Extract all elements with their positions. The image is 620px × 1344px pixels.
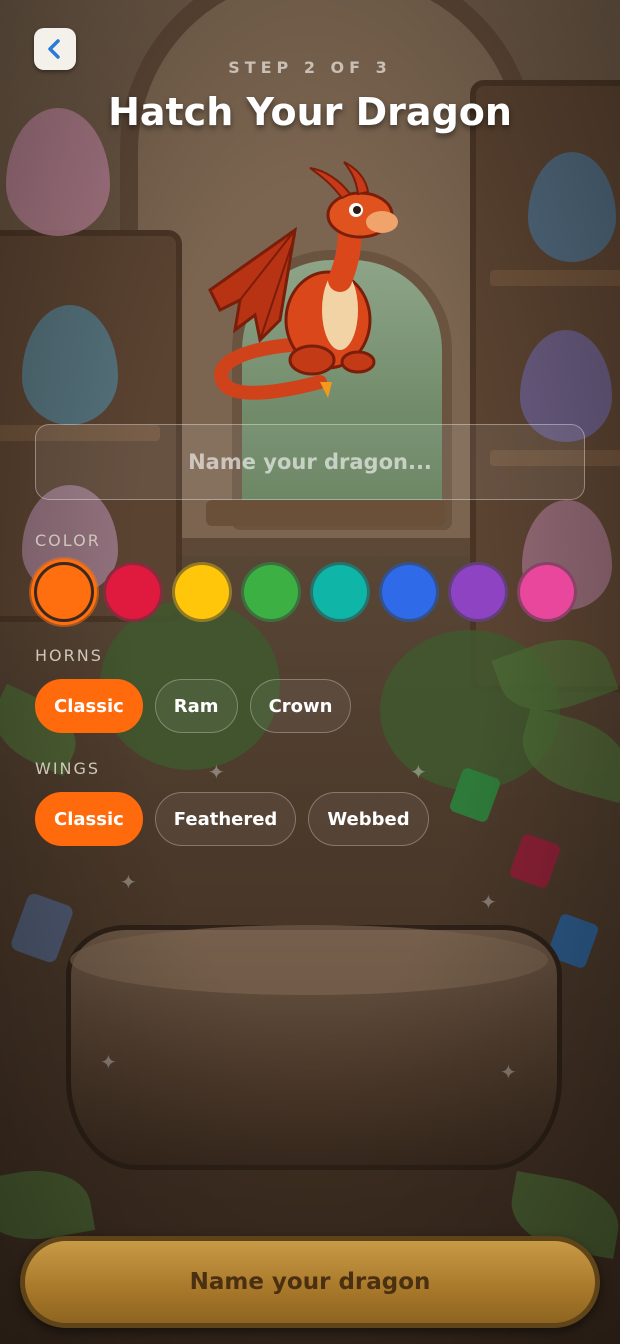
wings-option-webbed[interactable]: Webbed [308, 792, 429, 846]
horns-option-classic[interactable]: Classic [35, 679, 143, 733]
dragon-name-input[interactable] [35, 424, 585, 500]
dragon-illustration [208, 161, 398, 400]
color-section-label: COLOR [35, 531, 101, 550]
wings-options: Classic Feathered Webbed [35, 792, 429, 846]
wings-option-classic[interactable]: Classic [35, 792, 143, 846]
wings-section-label: WINGS [35, 759, 101, 778]
horns-option-crown[interactable]: Crown [249, 679, 352, 733]
color-swatch-green[interactable] [241, 562, 301, 622]
color-swatch-yellow[interactable] [172, 562, 232, 622]
horns-section-label: HORNS [35, 646, 103, 665]
page-title: Hatch Your Dragon [108, 90, 512, 134]
horns-options: Classic Ram Crown [35, 679, 352, 733]
color-swatch-pink[interactable] [517, 562, 577, 622]
color-swatch-list [34, 562, 577, 622]
name-your-dragon-button[interactable]: Name your dragon [20, 1236, 600, 1328]
color-swatch-purple[interactable] [448, 562, 508, 622]
color-swatch-red[interactable] [103, 562, 163, 622]
color-swatch-orange[interactable] [34, 562, 94, 622]
horns-option-ram[interactable]: Ram [154, 679, 238, 733]
wings-option-feathered[interactable]: Feathered [154, 792, 297, 846]
step-indicator: STEP 2 OF 3 [228, 58, 392, 77]
color-swatch-teal[interactable] [310, 562, 370, 622]
color-swatch-blue[interactable] [379, 562, 439, 622]
